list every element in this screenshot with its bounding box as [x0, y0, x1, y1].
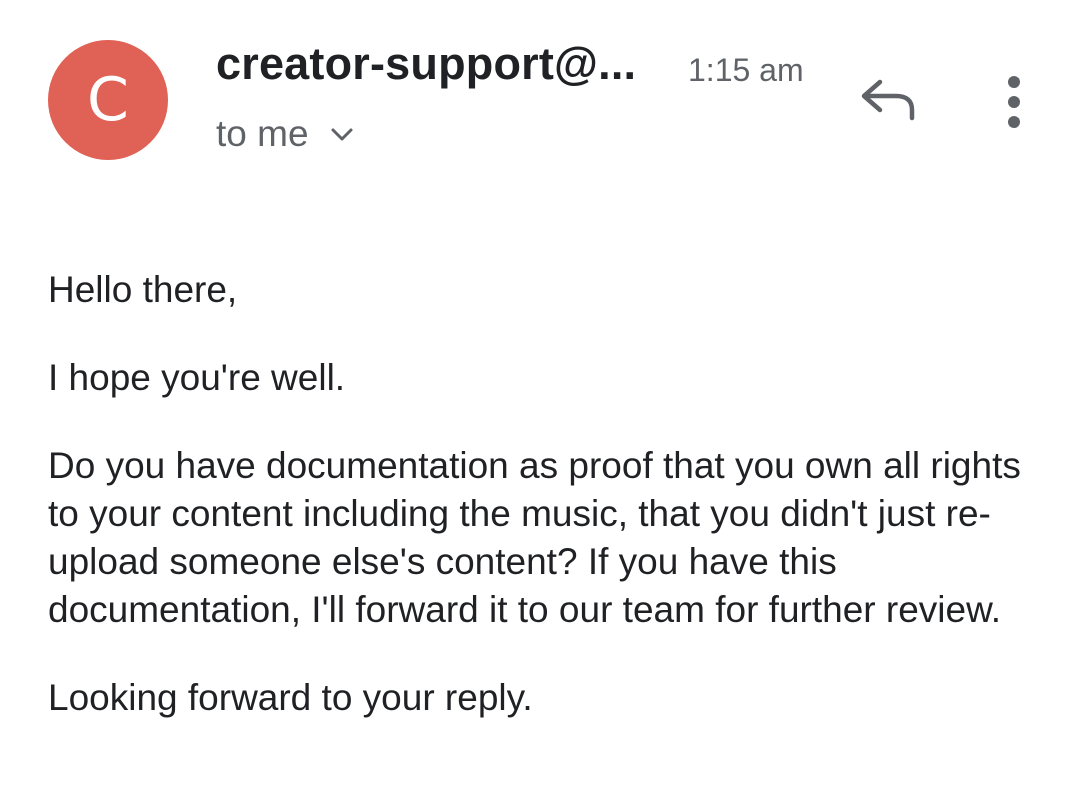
message-line: I hope you're well. — [48, 357, 346, 398]
sender-address: creator-support@... — [216, 38, 637, 89]
message-time: 1:15 am — [688, 52, 804, 88]
recipient-details-toggle[interactable]: to me — [216, 112, 355, 156]
sender-avatar[interactable]: C — [48, 40, 168, 160]
recipient-label: to me — [216, 113, 309, 154]
reply-icon — [861, 79, 915, 121]
greeting: Hello there, — [48, 269, 238, 310]
more-vert-icon — [1008, 76, 1020, 128]
more-options-button[interactable] — [994, 70, 1034, 134]
message-paragraph: Do you have documentation as proof that … — [48, 445, 1021, 630]
chevron-down-icon — [329, 121, 355, 147]
closing-line: Looking forward to your reply. — [48, 677, 533, 718]
reply-button[interactable] — [856, 74, 920, 130]
message-body: Hello there, I hope you're well. Do you … — [48, 266, 1048, 762]
